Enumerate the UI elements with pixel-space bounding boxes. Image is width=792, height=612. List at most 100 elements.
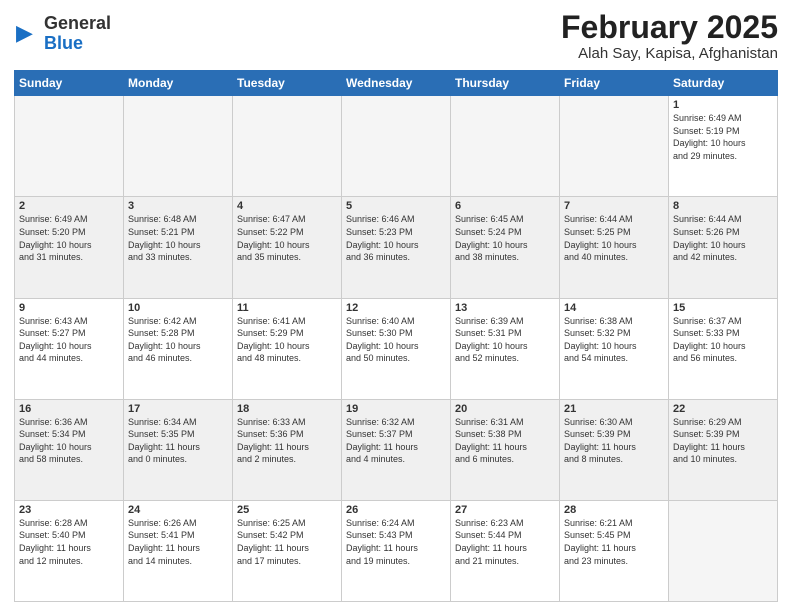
- table-row: 3Sunrise: 6:48 AM Sunset: 5:21 PM Daylig…: [124, 197, 233, 298]
- day-number: 16: [19, 403, 119, 415]
- day-number: 19: [346, 403, 446, 415]
- day-info: Sunrise: 6:46 AM Sunset: 5:23 PM Dayligh…: [346, 213, 446, 263]
- day-number: 8: [673, 200, 773, 212]
- table-row: 25Sunrise: 6:25 AM Sunset: 5:42 PM Dayli…: [233, 500, 342, 601]
- table-row: 23Sunrise: 6:28 AM Sunset: 5:40 PM Dayli…: [15, 500, 124, 601]
- calendar-week-row: 16Sunrise: 6:36 AM Sunset: 5:34 PM Dayli…: [15, 399, 778, 500]
- day-number: 18: [237, 403, 337, 415]
- day-info: Sunrise: 6:39 AM Sunset: 5:31 PM Dayligh…: [455, 315, 555, 365]
- day-number: 14: [564, 302, 664, 314]
- day-info: Sunrise: 6:41 AM Sunset: 5:29 PM Dayligh…: [237, 315, 337, 365]
- table-row: 18Sunrise: 6:33 AM Sunset: 5:36 PM Dayli…: [233, 399, 342, 500]
- table-row: 20Sunrise: 6:31 AM Sunset: 5:38 PM Dayli…: [451, 399, 560, 500]
- table-row: 1Sunrise: 6:49 AM Sunset: 5:19 PM Daylig…: [669, 96, 778, 197]
- table-row: [233, 96, 342, 197]
- table-row: 4Sunrise: 6:47 AM Sunset: 5:22 PM Daylig…: [233, 197, 342, 298]
- day-number: 15: [673, 302, 773, 314]
- table-row: 27Sunrise: 6:23 AM Sunset: 5:44 PM Dayli…: [451, 500, 560, 601]
- day-info: Sunrise: 6:45 AM Sunset: 5:24 PM Dayligh…: [455, 213, 555, 263]
- day-number: 6: [455, 200, 555, 212]
- table-row: 22Sunrise: 6:29 AM Sunset: 5:39 PM Dayli…: [669, 399, 778, 500]
- table-row: 26Sunrise: 6:24 AM Sunset: 5:43 PM Dayli…: [342, 500, 451, 601]
- table-row: 8Sunrise: 6:44 AM Sunset: 5:26 PM Daylig…: [669, 197, 778, 298]
- day-number: 4: [237, 200, 337, 212]
- table-row: 24Sunrise: 6:26 AM Sunset: 5:41 PM Dayli…: [124, 500, 233, 601]
- day-number: 22: [673, 403, 773, 415]
- header-monday: Monday: [124, 71, 233, 96]
- day-info: Sunrise: 6:47 AM Sunset: 5:22 PM Dayligh…: [237, 213, 337, 263]
- day-info: Sunrise: 6:44 AM Sunset: 5:25 PM Dayligh…: [564, 213, 664, 263]
- day-number: 13: [455, 302, 555, 314]
- table-row: 12Sunrise: 6:40 AM Sunset: 5:30 PM Dayli…: [342, 298, 451, 399]
- table-row: 14Sunrise: 6:38 AM Sunset: 5:32 PM Dayli…: [560, 298, 669, 399]
- logo-text: General Blue: [44, 14, 111, 54]
- day-number: 20: [455, 403, 555, 415]
- calendar-table: Sunday Monday Tuesday Wednesday Thursday…: [14, 70, 778, 602]
- header-friday: Friday: [560, 71, 669, 96]
- table-row: [451, 96, 560, 197]
- logo-icon: ▶: [14, 20, 42, 48]
- calendar-week-row: 1Sunrise: 6:49 AM Sunset: 5:19 PM Daylig…: [15, 96, 778, 197]
- day-info: Sunrise: 6:31 AM Sunset: 5:38 PM Dayligh…: [455, 416, 555, 466]
- table-row: 7Sunrise: 6:44 AM Sunset: 5:25 PM Daylig…: [560, 197, 669, 298]
- calendar-week-row: 9Sunrise: 6:43 AM Sunset: 5:27 PM Daylig…: [15, 298, 778, 399]
- day-info: Sunrise: 6:44 AM Sunset: 5:26 PM Dayligh…: [673, 213, 773, 263]
- day-number: 21: [564, 403, 664, 415]
- day-info: Sunrise: 6:48 AM Sunset: 5:21 PM Dayligh…: [128, 213, 228, 263]
- calendar-subtitle: Alah Say, Kapisa, Afghanistan: [561, 45, 778, 62]
- weekday-header-row: Sunday Monday Tuesday Wednesday Thursday…: [15, 71, 778, 96]
- day-info: Sunrise: 6:43 AM Sunset: 5:27 PM Dayligh…: [19, 315, 119, 365]
- table-row: 17Sunrise: 6:34 AM Sunset: 5:35 PM Dayli…: [124, 399, 233, 500]
- table-row: 2Sunrise: 6:49 AM Sunset: 5:20 PM Daylig…: [15, 197, 124, 298]
- table-row: 9Sunrise: 6:43 AM Sunset: 5:27 PM Daylig…: [15, 298, 124, 399]
- day-number: 10: [128, 302, 228, 314]
- day-number: 28: [564, 504, 664, 516]
- day-info: Sunrise: 6:42 AM Sunset: 5:28 PM Dayligh…: [128, 315, 228, 365]
- day-info: Sunrise: 6:36 AM Sunset: 5:34 PM Dayligh…: [19, 416, 119, 466]
- day-info: Sunrise: 6:40 AM Sunset: 5:30 PM Dayligh…: [346, 315, 446, 365]
- table-row: [560, 96, 669, 197]
- day-info: Sunrise: 6:25 AM Sunset: 5:42 PM Dayligh…: [237, 517, 337, 567]
- day-number: 17: [128, 403, 228, 415]
- day-number: 1: [673, 99, 773, 111]
- table-row: 19Sunrise: 6:32 AM Sunset: 5:37 PM Dayli…: [342, 399, 451, 500]
- logo: ▶ General Blue: [14, 14, 111, 54]
- table-row: 16Sunrise: 6:36 AM Sunset: 5:34 PM Dayli…: [15, 399, 124, 500]
- day-number: 7: [564, 200, 664, 212]
- day-info: Sunrise: 6:21 AM Sunset: 5:45 PM Dayligh…: [564, 517, 664, 567]
- table-row: 11Sunrise: 6:41 AM Sunset: 5:29 PM Dayli…: [233, 298, 342, 399]
- calendar-title: February 2025: [561, 10, 778, 45]
- day-info: Sunrise: 6:33 AM Sunset: 5:36 PM Dayligh…: [237, 416, 337, 466]
- table-row: 21Sunrise: 6:30 AM Sunset: 5:39 PM Dayli…: [560, 399, 669, 500]
- day-info: Sunrise: 6:26 AM Sunset: 5:41 PM Dayligh…: [128, 517, 228, 567]
- day-number: 25: [237, 504, 337, 516]
- header-wednesday: Wednesday: [342, 71, 451, 96]
- table-row: 15Sunrise: 6:37 AM Sunset: 5:33 PM Dayli…: [669, 298, 778, 399]
- header-tuesday: Tuesday: [233, 71, 342, 96]
- day-number: 11: [237, 302, 337, 314]
- table-row: 28Sunrise: 6:21 AM Sunset: 5:45 PM Dayli…: [560, 500, 669, 601]
- day-info: Sunrise: 6:28 AM Sunset: 5:40 PM Dayligh…: [19, 517, 119, 567]
- logo-blue: Blue: [44, 33, 83, 53]
- day-info: Sunrise: 6:37 AM Sunset: 5:33 PM Dayligh…: [673, 315, 773, 365]
- table-row: [342, 96, 451, 197]
- day-info: Sunrise: 6:49 AM Sunset: 5:20 PM Dayligh…: [19, 213, 119, 263]
- day-number: 23: [19, 504, 119, 516]
- day-info: Sunrise: 6:34 AM Sunset: 5:35 PM Dayligh…: [128, 416, 228, 466]
- table-row: 6Sunrise: 6:45 AM Sunset: 5:24 PM Daylig…: [451, 197, 560, 298]
- svg-text:▶: ▶: [16, 20, 33, 45]
- table-row: 5Sunrise: 6:46 AM Sunset: 5:23 PM Daylig…: [342, 197, 451, 298]
- day-number: 27: [455, 504, 555, 516]
- header-thursday: Thursday: [451, 71, 560, 96]
- header: ▶ General Blue February 2025 Alah Say, K…: [14, 10, 778, 62]
- calendar-week-row: 2Sunrise: 6:49 AM Sunset: 5:20 PM Daylig…: [15, 197, 778, 298]
- day-number: 26: [346, 504, 446, 516]
- table-row: [124, 96, 233, 197]
- day-info: Sunrise: 6:29 AM Sunset: 5:39 PM Dayligh…: [673, 416, 773, 466]
- title-block: February 2025 Alah Say, Kapisa, Afghanis…: [561, 10, 778, 62]
- day-number: 3: [128, 200, 228, 212]
- table-row: [15, 96, 124, 197]
- logo-general: General: [44, 13, 111, 33]
- day-info: Sunrise: 6:38 AM Sunset: 5:32 PM Dayligh…: [564, 315, 664, 365]
- header-sunday: Sunday: [15, 71, 124, 96]
